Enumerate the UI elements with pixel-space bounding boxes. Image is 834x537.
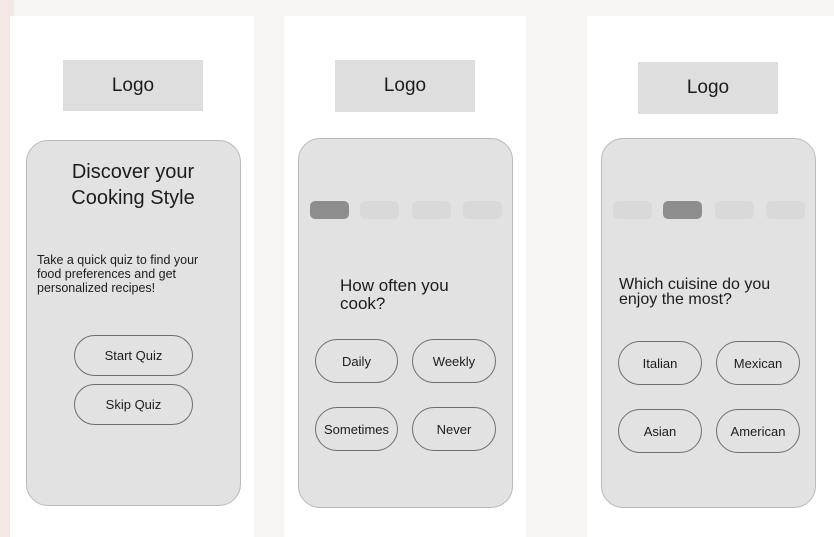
intro-description: Take a quick quiz to find your food pref… — [37, 253, 237, 295]
progress-step-2 — [663, 201, 702, 219]
logo-placeholder: Logo — [63, 60, 203, 111]
progress-step-4 — [766, 201, 805, 219]
intro-title: Discover your Cooking Style — [27, 159, 239, 211]
logo-text: Logo — [111, 74, 155, 96]
question-line-1: How often you — [340, 276, 449, 295]
question-line-2: enjoy the most? — [619, 291, 732, 308]
question-text: How often you cook? — [340, 277, 500, 313]
option-weekly[interactable]: Weekly — [412, 339, 496, 383]
progress-step-3 — [715, 201, 754, 219]
progress-step-1 — [310, 201, 349, 219]
logo-text: Logo — [686, 77, 730, 98]
progress-step-1 — [613, 201, 652, 219]
intro-description-line-2: food preferences and get — [37, 267, 176, 281]
screen-cuisine: Logo Which cuisine do you enjoy the most… — [587, 16, 834, 537]
intro-card: Discover your Cooking Style Take a quick… — [26, 140, 241, 506]
skip-quiz-button[interactable]: Skip Quiz — [74, 384, 193, 425]
progress-step-3 — [412, 201, 451, 219]
logo-text: Logo — [383, 75, 427, 96]
option-never[interactable]: Never — [412, 407, 496, 451]
intro-description-line-1: Take a quick quiz to find your — [37, 253, 199, 267]
intro-title-line-1: Discover your — [71, 161, 195, 183]
screen-cook-frequency: Logo How often you cook? Daily Weekly So… — [284, 16, 526, 537]
question-text: Which cuisine do you enjoy the most? — [619, 276, 814, 308]
logo-placeholder: Logo — [335, 60, 475, 112]
option-italian[interactable]: Italian — [618, 341, 702, 385]
progress-step-4 — [463, 201, 502, 219]
progress-step-2 — [360, 201, 399, 219]
question-line-1: Which cuisine do you — [619, 276, 771, 293]
intro-description-line-3: personalized recipes! — [37, 281, 156, 295]
start-quiz-button[interactable]: Start Quiz — [74, 335, 193, 376]
intro-title-line-2: Cooking Style — [71, 187, 195, 209]
option-sometimes[interactable]: Sometimes — [315, 407, 398, 451]
option-daily[interactable]: Daily — [315, 339, 398, 383]
logo-placeholder: Logo — [638, 62, 778, 114]
screen-intro: Logo Discover your Cooking Style Take a … — [10, 16, 254, 537]
question-card: How often you cook? Daily Weekly Sometim… — [298, 138, 513, 508]
option-mexican[interactable]: Mexican — [716, 341, 800, 385]
option-american[interactable]: American — [716, 409, 800, 453]
option-asian[interactable]: Asian — [618, 409, 702, 453]
question-card: Which cuisine do you enjoy the most? Ita… — [601, 138, 816, 508]
question-line-2: cook? — [340, 294, 386, 313]
